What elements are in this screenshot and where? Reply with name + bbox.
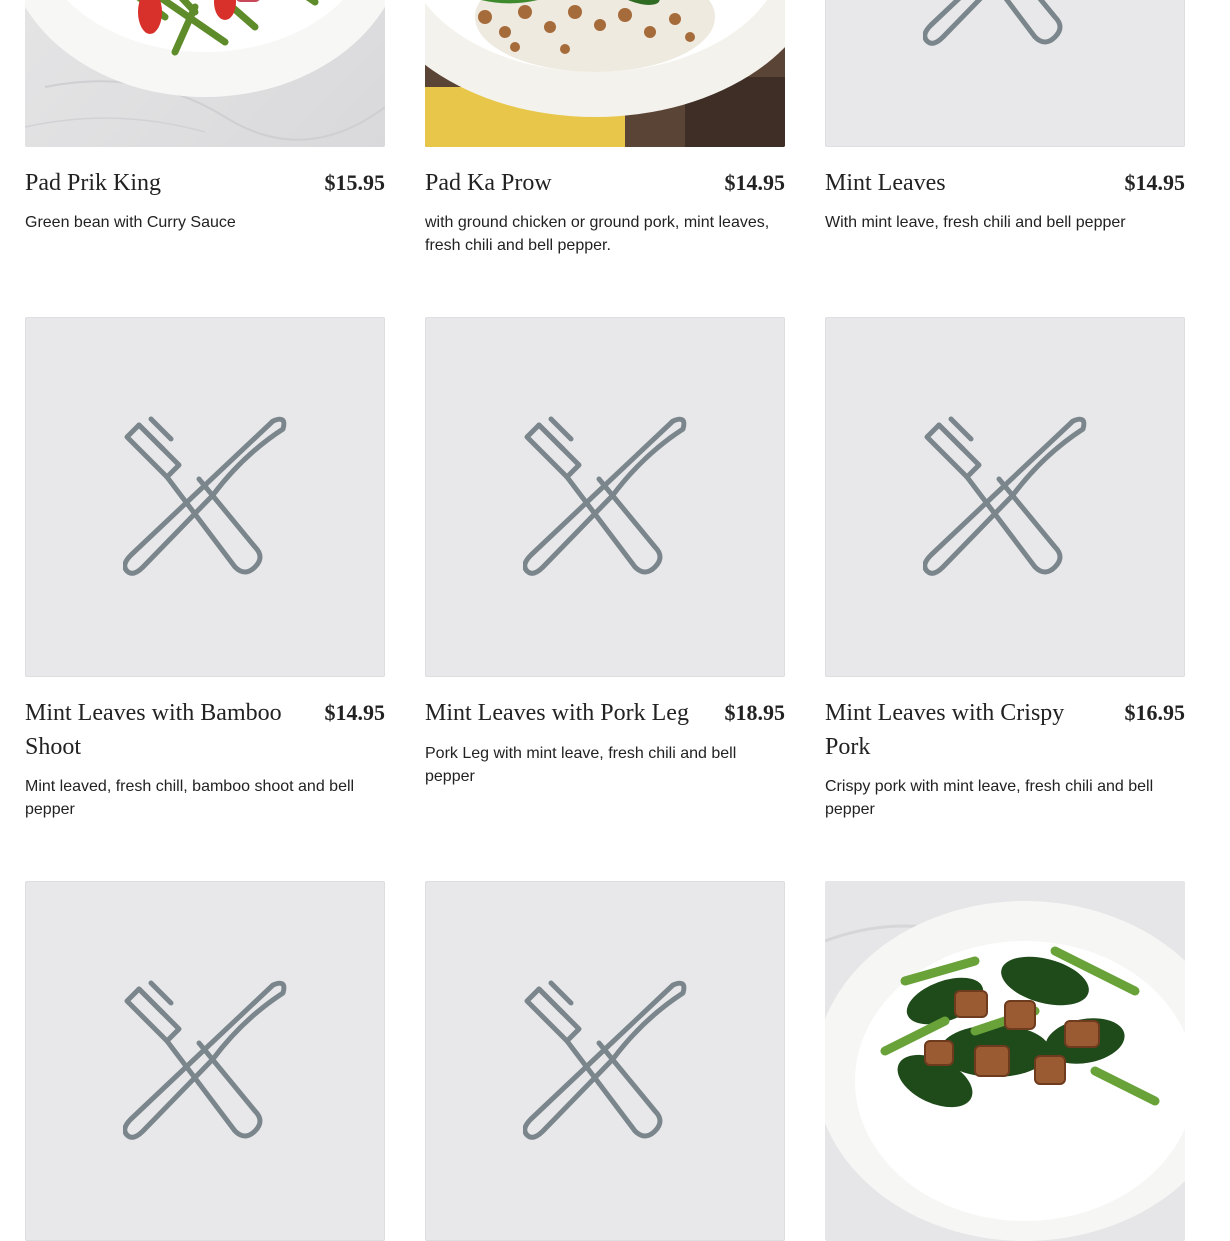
menu-item-price: $16.95 [1124,700,1186,725]
utensils-placeholder-icon [923,0,1063,46]
menu-item-description: Pork Leg with mint leave, fresh chili an… [425,745,737,785]
menu-item-name: Mint Leaves with Pork Leg [425,700,689,726]
menu-item-name: Mint Leaves [825,170,946,196]
crispy-pork-greens-photo[interactable] [825,881,1185,1241]
utensils-placeholder-image[interactable] [825,0,1185,147]
utensils-placeholder-icon [123,416,287,576]
menu-item-description: With mint leave, fresh chili and bell pe… [825,214,1126,231]
utensils-placeholder-image[interactable] [825,317,1185,677]
utensils-placeholder-image[interactable] [25,317,385,677]
menu-item-name: Mint Leaves with Bamboo Shoot [25,700,282,760]
utensils-placeholder-image[interactable] [425,317,785,677]
menu-item-description: Mint leaved, fresh chill, bamboo shoot a… [25,778,355,818]
menu-item-name: Pad Ka Prow [425,170,552,196]
menu-item-price: $18.95 [724,700,786,725]
utensils-placeholder-image[interactable] [25,881,385,1241]
utensils-placeholder-icon [523,416,687,576]
menu-item-description: with ground chicken or ground pork, mint… [425,214,770,254]
menu-item-price: $14.95 [724,170,786,195]
menu-item-description: Crispy pork with mint leave, fresh chili… [825,778,1154,818]
utensils-placeholder-icon [923,416,1087,576]
utensils-placeholder-image[interactable] [425,881,785,1241]
menu-item-name: Mint Leaves with Crispy Pork [825,700,1065,760]
green-bean-stirfry-photo[interactable] [25,0,385,147]
menu-item-name: Pad Prik King [25,170,162,196]
menu-item-price: $15.95 [324,170,386,195]
menu-item-price: $14.95 [1124,170,1186,195]
utensils-placeholder-icon [523,980,687,1140]
ground-meat-basil-photo[interactable] [425,0,785,147]
menu-item-price: $14.95 [324,700,386,725]
menu-item-description: Green bean with Curry Sauce [25,214,236,231]
utensils-placeholder-icon [123,980,287,1140]
